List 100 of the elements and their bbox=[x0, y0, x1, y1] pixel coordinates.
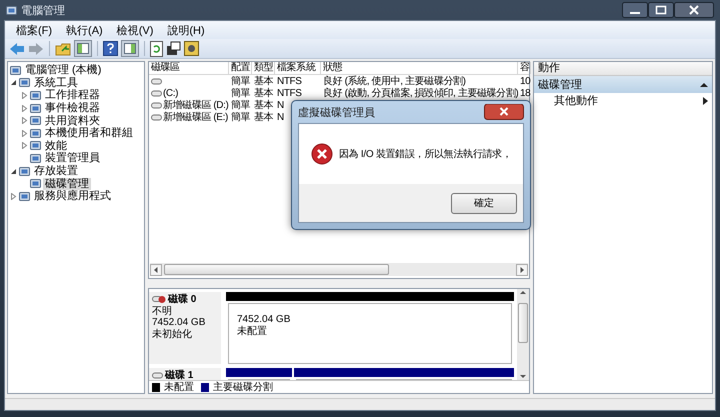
table-cell: 良好 (啟動, 分頁檔案, 損毀傾印, 主要磁碟分割) bbox=[323, 86, 518, 100]
tree-node-icon bbox=[30, 90, 41, 101]
tree-item[interactable]: 服務與應用程式 bbox=[32, 190, 113, 202]
drive-icon bbox=[151, 114, 162, 120]
disk-detail: 未初始化 bbox=[152, 328, 193, 340]
tree-item[interactable]: 事件檢視器 bbox=[43, 102, 102, 114]
collapsed-arrow-icon[interactable] bbox=[21, 130, 28, 137]
menu-item[interactable]: 說明(H) bbox=[162, 22, 210, 38]
scroll-right-icon[interactable] bbox=[516, 264, 528, 276]
tree-node-icon bbox=[10, 64, 21, 76]
menu-item[interactable]: 檔案(F) bbox=[11, 22, 58, 38]
actions-section[interactable]: 磁碟管理 bbox=[534, 76, 712, 93]
tree-node-icon bbox=[30, 178, 41, 190]
table-cell: (C:) bbox=[163, 88, 178, 98]
column-header[interactable]: 磁碟區 bbox=[149, 62, 229, 74]
collapsed-arrow-icon[interactable] bbox=[10, 192, 17, 200]
table-cell: NTFS bbox=[277, 88, 302, 98]
table-cell-text: 基本 bbox=[254, 86, 274, 100]
table-cell-text: 良好 (系統, 使用中, 主要磁碟分割) bbox=[323, 74, 466, 87]
minimize-button[interactable] bbox=[622, 2, 648, 18]
collapsed-arrow-icon[interactable] bbox=[21, 117, 28, 124]
collapsed-arrow-icon[interactable] bbox=[21, 104, 28, 112]
section-title: 磁碟管理 bbox=[538, 78, 582, 92]
tree-node-icon bbox=[19, 166, 30, 177]
tree-node-icon bbox=[30, 115, 41, 126]
table-cell-text: 新增磁碟區 (D:) bbox=[163, 98, 228, 112]
tree-node-icon bbox=[30, 152, 41, 164]
close-button[interactable] bbox=[484, 104, 524, 120]
scroll-up-icon[interactable] bbox=[519, 289, 527, 297]
legend-label: 主要磁碟分割 bbox=[213, 380, 273, 394]
disk-settings-icon[interactable] bbox=[184, 41, 199, 56]
scrollbar-thumb[interactable] bbox=[164, 264, 389, 275]
properties-icon[interactable] bbox=[166, 41, 181, 56]
dialog-title: 虛擬磁碟管理員 bbox=[298, 106, 375, 120]
table-cell-text: 簡單 bbox=[231, 111, 250, 124]
menu-item[interactable]: 檢視(V) bbox=[112, 22, 158, 38]
disk-name: 磁碟 1 bbox=[165, 370, 194, 380]
close-button[interactable] bbox=[674, 2, 714, 18]
tree-node-icon bbox=[30, 140, 41, 152]
maximize-button[interactable] bbox=[648, 2, 674, 18]
legend-label: 未配置 bbox=[164, 380, 194, 394]
collapsed-arrow-icon[interactable] bbox=[21, 92, 28, 99]
collapsed-arrow-icon[interactable] bbox=[21, 142, 28, 150]
table-cell: 10 bbox=[520, 76, 530, 86]
table-cell-text: 新增磁碟區 (E:) bbox=[163, 110, 228, 124]
expanded-arrow-icon[interactable] bbox=[10, 79, 17, 86]
tree-node-icon bbox=[6, 4, 17, 16]
tree-item[interactable]: 效能 bbox=[43, 140, 69, 152]
collapse-icon[interactable] bbox=[700, 82, 708, 88]
table-cell-text: 基本 bbox=[254, 110, 274, 124]
drive-icon bbox=[151, 90, 162, 96]
action-item[interactable]: 其他動作 bbox=[534, 93, 712, 108]
tree-node-icon bbox=[19, 190, 30, 202]
disk-detail: 不明 bbox=[152, 306, 173, 317]
table-cell: NTFS bbox=[277, 76, 302, 86]
tree-node-icon bbox=[30, 102, 41, 114]
expanded-arrow-icon[interactable] bbox=[10, 168, 17, 175]
scroll-left-icon[interactable] bbox=[150, 264, 162, 276]
tree-item[interactable]: 存放裝置 bbox=[32, 165, 80, 178]
column-header[interactable]: 類型 bbox=[252, 62, 275, 74]
window-title: 電腦管理 bbox=[21, 4, 66, 18]
view-icon[interactable] bbox=[121, 40, 139, 57]
table-cell-text: 基本 bbox=[254, 98, 274, 112]
table-cell-text: 基本 bbox=[254, 74, 274, 88]
drive-icon bbox=[151, 78, 162, 84]
folder-icon[interactable] bbox=[55, 40, 71, 56]
actions-header: 動作 bbox=[534, 62, 712, 76]
error-message: 因為 I/O 裝置錯誤，所以無法執行請求， bbox=[339, 148, 512, 161]
disk-name: 磁碟 0 bbox=[168, 294, 196, 306]
column-header[interactable]: 配置 bbox=[229, 62, 252, 74]
table-cell: N bbox=[277, 100, 284, 110]
tree-item[interactable]: 共用資料夾 bbox=[43, 114, 102, 127]
table-cell: 18 bbox=[520, 88, 530, 98]
table-cell-text: 簡單 bbox=[231, 87, 250, 100]
partition-status: 未配置 bbox=[237, 326, 268, 338]
refresh-icon[interactable] bbox=[150, 40, 163, 56]
menu-item[interactable]: 執行(A) bbox=[61, 22, 108, 38]
column-header[interactable]: 狀態 bbox=[321, 62, 518, 74]
table-cell-text: 簡單 bbox=[231, 75, 250, 88]
submenu-arrow-icon bbox=[703, 96, 708, 104]
tree-node-icon bbox=[19, 77, 30, 88]
table-cell-text: 簡單 bbox=[231, 99, 250, 112]
back-icon[interactable] bbox=[9, 42, 25, 56]
disk-error-icon bbox=[152, 295, 166, 304]
pane-icon[interactable] bbox=[74, 40, 92, 57]
table-cell: N bbox=[277, 112, 284, 122]
ok-button[interactable]: 確定 bbox=[451, 192, 517, 214]
drive-icon bbox=[151, 102, 162, 108]
error-icon bbox=[311, 143, 333, 165]
partition-size: 7452.04 GB bbox=[237, 314, 292, 326]
scrollbar-thumb[interactable] bbox=[518, 303, 528, 343]
tree-item[interactable]: 工作排程器 bbox=[43, 89, 102, 102]
tree-item[interactable]: 電腦管理 (本機) bbox=[23, 64, 104, 76]
tree-item[interactable]: 裝置管理員 bbox=[43, 152, 102, 164]
tree-item[interactable]: 系統工具 bbox=[32, 76, 80, 89]
tree-item[interactable]: 磁碟管理 bbox=[43, 178, 91, 190]
help-icon[interactable] bbox=[103, 41, 118, 56]
tree-node-icon bbox=[30, 128, 41, 139]
tree-item[interactable]: 本機使用者和群組 bbox=[43, 127, 135, 140]
disk-detail: 7452.04 GB bbox=[152, 317, 206, 328]
